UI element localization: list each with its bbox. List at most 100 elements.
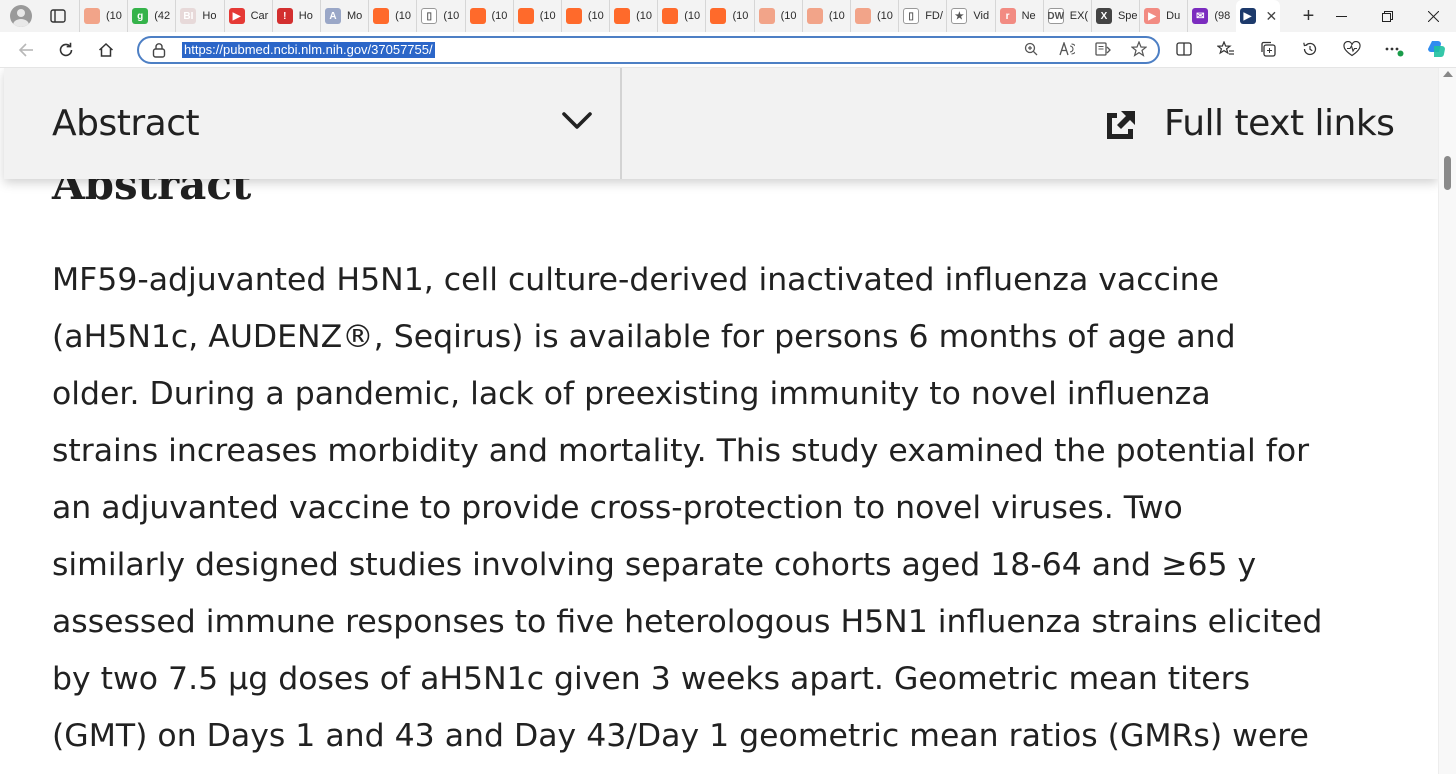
url-text[interactable]: https://pubmed.ncbi.nlm.nih.gov/37057755… bbox=[182, 42, 435, 58]
browser-tab[interactable]: (10 bbox=[79, 0, 127, 32]
section-dropdown[interactable]: Abstract bbox=[4, 68, 622, 179]
address-bar-actions bbox=[1022, 38, 1148, 62]
abstract-line: (GMT) on Days 1 and 43 and Day 43/Day 1 … bbox=[52, 718, 1309, 754]
browser-tab[interactable]: A Mo bbox=[319, 0, 368, 32]
tab-favicon-icon: ★ bbox=[951, 8, 968, 24]
tab-title: (10 bbox=[877, 10, 893, 22]
address-bar[interactable]: https://pubmed.ncbi.nlm.nih.gov/37057755… bbox=[137, 36, 1160, 64]
tab-title: (10 bbox=[684, 10, 701, 22]
favorites-icon[interactable] bbox=[1216, 39, 1236, 60]
home-button[interactable] bbox=[86, 32, 126, 68]
full-text-links-button[interactable]: Full text links bbox=[622, 68, 1438, 179]
home-icon bbox=[98, 42, 114, 57]
tab-favicon-icon bbox=[662, 8, 679, 24]
external-link-icon bbox=[1104, 108, 1138, 147]
tab-favicon-icon: A bbox=[324, 8, 341, 24]
tab-title: (10 bbox=[828, 10, 845, 22]
refresh-button[interactable] bbox=[46, 32, 86, 68]
abstract-paragraph: MF59-adjuvanted H5N1, cell culture-deriv… bbox=[52, 252, 1412, 765]
sticky-article-nav: Abstract Full text links bbox=[4, 68, 1438, 179]
tab-title: Spe bbox=[1117, 10, 1138, 22]
tab-list: (10 g (42 BI Ho ▶ Car! Ho A Mo (10 ▯ (10 (10 (10 (10 (10… bbox=[79, 0, 1236, 32]
history-icon[interactable] bbox=[1300, 41, 1320, 60]
browser-toolbar: https://pubmed.ncbi.nlm.nih.gov/37057755… bbox=[0, 32, 1456, 68]
close-icon bbox=[1427, 10, 1439, 22]
tab-title: Car bbox=[250, 10, 269, 22]
copilot-icon[interactable] bbox=[1426, 39, 1446, 62]
scroll-up-icon[interactable] bbox=[1443, 71, 1453, 77]
browser-tab[interactable]: (10 bbox=[368, 0, 416, 32]
abstract-line: an adjuvanted vaccine to provide cross-p… bbox=[52, 490, 1183, 526]
browser-tab[interactable]: (10 bbox=[657, 0, 705, 32]
tab-strip: (10 g (42 BI Ho ▶ Car! Ho A Mo (10 ▯ (10 (10 (10 (10 (10… bbox=[0, 0, 1456, 32]
full-text-links-label: Full text links bbox=[1164, 103, 1395, 144]
browser-tab[interactable]: BI Ho bbox=[175, 0, 223, 32]
tab-active[interactable]: ▶ ✕ bbox=[1235, 0, 1280, 32]
browser-tab[interactable]: g (42 bbox=[127, 0, 175, 32]
tab-favicon-icon bbox=[614, 8, 631, 24]
split-screen-icon[interactable] bbox=[1174, 41, 1194, 59]
immersive-reader-icon[interactable] bbox=[1094, 41, 1112, 59]
browser-tab[interactable]: ★ Vid bbox=[946, 0, 994, 32]
back-button[interactable] bbox=[6, 32, 46, 68]
browser-tab[interactable]: ! Ho bbox=[271, 0, 320, 32]
browser-tab[interactable]: (10 bbox=[850, 0, 898, 32]
browser-tab[interactable]: (10 bbox=[801, 0, 850, 32]
chevron-down-icon bbox=[560, 110, 594, 137]
refresh-icon bbox=[59, 42, 73, 56]
tab-title: (10 bbox=[732, 10, 749, 22]
abstract-line: by two 7.5 µg doses of aH5N1c given 3 we… bbox=[52, 661, 1250, 697]
browser-tab[interactable]: (10 bbox=[753, 0, 802, 32]
window-controls bbox=[1318, 0, 1456, 32]
read-aloud-icon[interactable] bbox=[1058, 40, 1077, 59]
browser-essentials-icon[interactable] bbox=[1342, 40, 1362, 60]
scrollbar-thumb[interactable] bbox=[1444, 156, 1451, 190]
tab-title: (10 bbox=[395, 10, 412, 22]
page-scrollbar[interactable] bbox=[1438, 68, 1456, 774]
tab-title: Vid bbox=[973, 10, 990, 22]
abstract-line: MF59-adjuvanted H5N1, cell culture-deriv… bbox=[52, 262, 1219, 298]
browser-tab[interactable]: r Ne bbox=[994, 0, 1043, 32]
tab-favicon-icon bbox=[565, 8, 582, 24]
tab-title: (10 bbox=[443, 10, 460, 22]
tab-title: Mo bbox=[346, 10, 363, 22]
tab-title: (10 bbox=[587, 10, 604, 22]
browser-tab[interactable]: (10 bbox=[512, 0, 561, 32]
tab-favicon-icon bbox=[469, 8, 486, 24]
browser-tab[interactable]: (10 bbox=[609, 0, 657, 32]
tab-favicon-icon: ▯ bbox=[903, 8, 920, 24]
tab-favicon-icon bbox=[517, 8, 534, 24]
tab-title: (10 bbox=[539, 10, 556, 22]
tab-title: Ho bbox=[202, 10, 217, 22]
tab-title: (98 bbox=[1214, 10, 1231, 22]
collections-icon[interactable] bbox=[1258, 41, 1278, 60]
browser-tab[interactable]: (10 bbox=[464, 0, 513, 32]
tab-favicon-icon bbox=[710, 8, 727, 24]
tab-actions-button[interactable] bbox=[45, 5, 71, 27]
browser-tab[interactable]: ▶ Car bbox=[223, 0, 272, 32]
tab-favicon-icon: ▯ bbox=[421, 8, 438, 24]
browser-tab[interactable]: (10 bbox=[560, 0, 609, 32]
browser-tab[interactable]: ▯ FD/ bbox=[898, 0, 946, 32]
tab-favicon-icon: ▶ bbox=[1144, 8, 1161, 24]
tab-favicon-icon: X bbox=[1095, 8, 1112, 24]
lock-icon[interactable] bbox=[152, 42, 170, 58]
minimize-button[interactable] bbox=[1318, 0, 1364, 32]
profile-button[interactable] bbox=[7, 5, 35, 27]
tab-favicon-icon bbox=[855, 8, 871, 24]
zoom-icon[interactable] bbox=[1022, 42, 1040, 59]
browser-tab[interactable]: (10 bbox=[705, 0, 753, 32]
abstract-line: older. During a pandemic, lack of preexi… bbox=[52, 376, 1211, 412]
close-tab-icon[interactable]: ✕ bbox=[1266, 8, 1278, 25]
abstract-line: assessed immune responses to five hetero… bbox=[52, 604, 1323, 640]
favorite-star-icon[interactable] bbox=[1130, 39, 1148, 60]
close-window-button[interactable] bbox=[1410, 0, 1456, 32]
browser-tab[interactable]: ▶ Du bbox=[1139, 0, 1187, 32]
tab-title: Ho bbox=[298, 10, 313, 22]
more-options-icon[interactable] bbox=[1384, 41, 1404, 60]
browser-tab[interactable]: DW EX( bbox=[1042, 0, 1091, 32]
browser-tab[interactable]: X Spe bbox=[1090, 0, 1139, 32]
browser-tab[interactable]: ▯ (10 bbox=[416, 0, 464, 32]
restore-button[interactable] bbox=[1364, 0, 1410, 32]
browser-tab[interactable]: ✉ (98 bbox=[1187, 0, 1235, 32]
